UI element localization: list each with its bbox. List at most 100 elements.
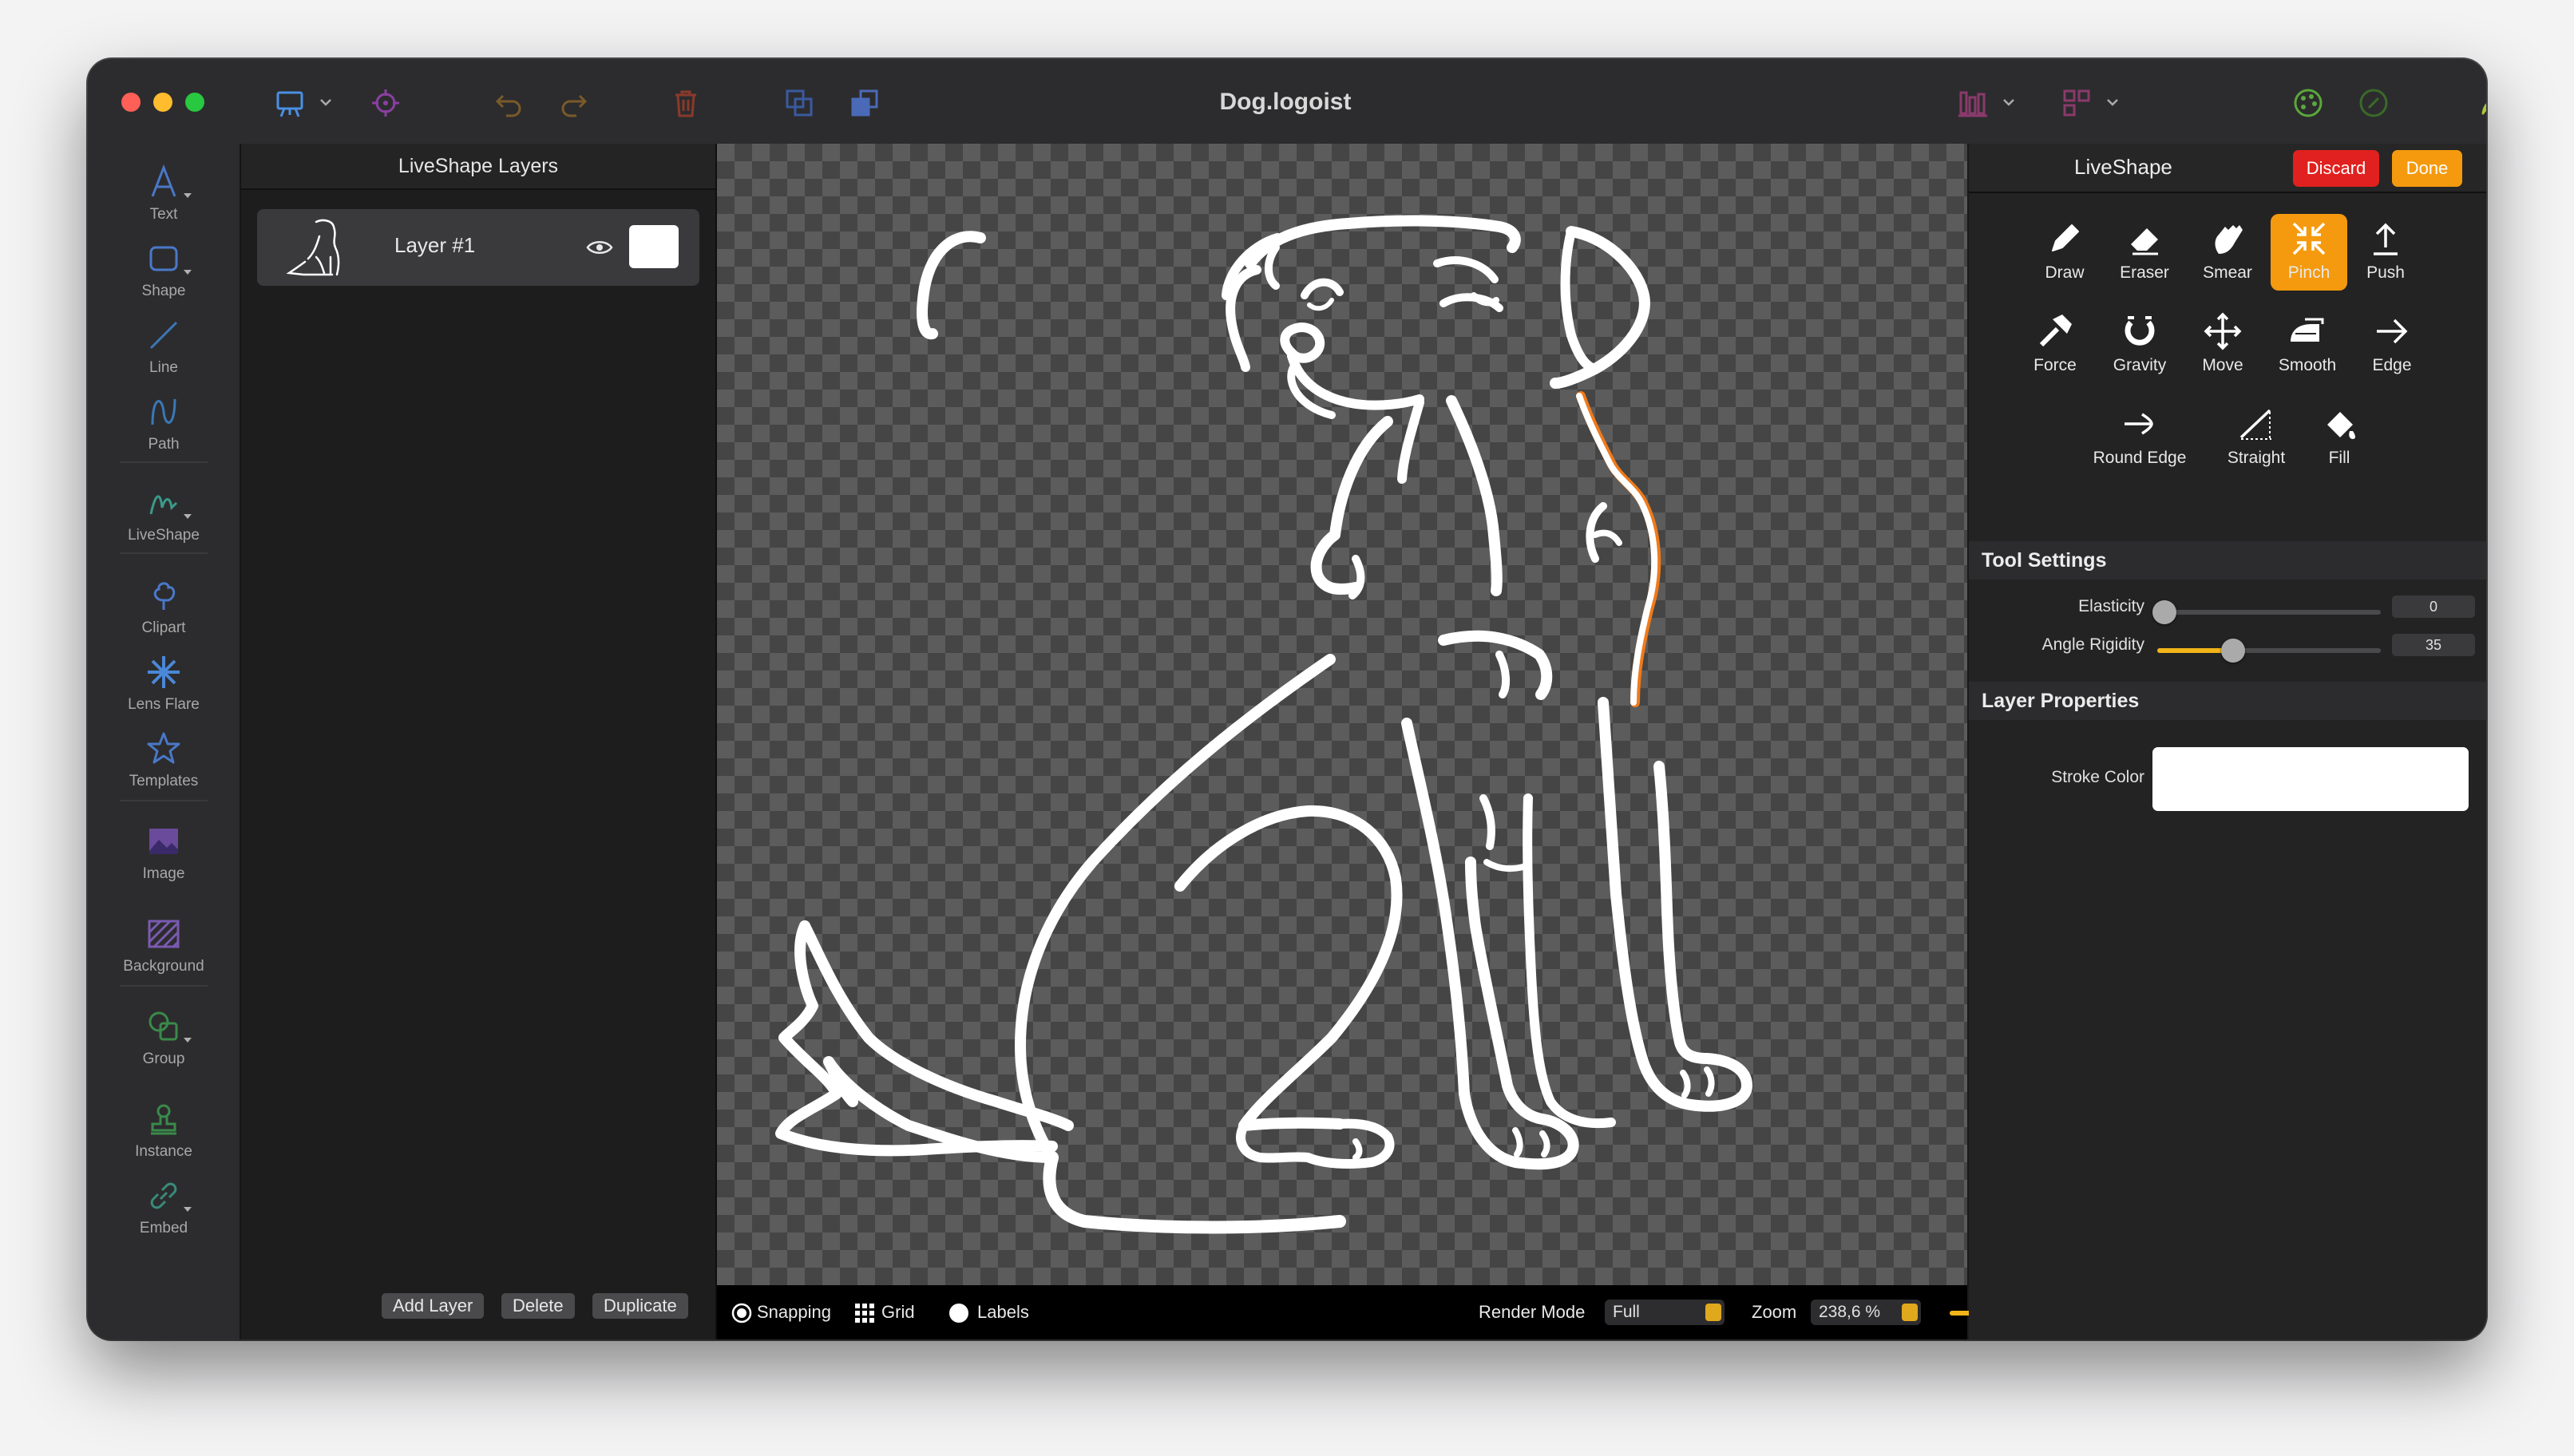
canvas[interactable] [717, 144, 1967, 1285]
tool-liveshape[interactable]: LiveShape [88, 479, 240, 551]
chevron-down-icon[interactable] [2106, 97, 2119, 107]
group-icon [148, 1011, 178, 1041]
liveshape-tool-edge[interactable]: Edge [2354, 307, 2430, 383]
redo-icon[interactable] [554, 83, 594, 123]
zoom-label: Zoom [1752, 1302, 1797, 1322]
pencil-icon [2052, 224, 2079, 251]
clipart-icon [153, 582, 176, 610]
path-icon [151, 398, 176, 425]
done-button[interactable]: Done [2392, 150, 2462, 187]
instance-icon [151, 1104, 176, 1135]
distribute-icon[interactable] [2057, 83, 2097, 123]
tool-instance[interactable]: Instance [88, 1095, 240, 1167]
send-backward-icon[interactable] [845, 83, 885, 123]
tool-label: Round Edge [2093, 449, 2187, 467]
dog-artwork[interactable] [717, 144, 1967, 1285]
stroke-color-well[interactable] [2152, 747, 2469, 811]
tool-image[interactable]: Image [88, 817, 240, 889]
angle-rigidity-value-field[interactable]: 35 [2392, 634, 2475, 656]
share-icon[interactable] [2475, 83, 2486, 123]
palette-icon[interactable] [2288, 83, 2328, 123]
zoom-window-button[interactable] [185, 93, 204, 112]
labels-toggle-icon[interactable] [948, 1303, 969, 1323]
canvas-mode-icon[interactable] [270, 83, 310, 123]
line-icon [149, 321, 178, 350]
elasticity-slider-knob[interactable] [2152, 600, 2176, 624]
layer-properties-header: Layer Properties [1969, 682, 2486, 720]
tool-shape[interactable]: Shape [88, 235, 240, 307]
image-icon [149, 829, 178, 854]
liveshape-tool-force[interactable]: Force [2017, 307, 2093, 383]
chevron-down-icon[interactable] [2002, 97, 2015, 107]
elasticity-slider-track[interactable] [2157, 610, 2381, 615]
liveshape-tool-fill[interactable]: Fill [2301, 399, 2378, 476]
app-window: Dog.logoist Text Shape Line Path LiveSha… [88, 59, 2486, 1339]
snapping-label[interactable]: Snapping [757, 1300, 831, 1325]
push-icon [2374, 223, 2398, 255]
align-icon[interactable] [1953, 83, 1993, 123]
tool-label: Push [2366, 263, 2405, 282]
undo-icon[interactable] [489, 83, 529, 123]
liveshape-icon [149, 495, 178, 515]
liveshape-tool-eraser[interactable]: Eraser [2106, 214, 2183, 291]
discard-button[interactable]: Discard [2293, 150, 2379, 187]
elasticity-value-field[interactable]: 0 [2392, 595, 2475, 618]
zoom-select[interactable]: 238,6 % [1811, 1300, 1921, 1325]
tool-text[interactable]: Text [88, 158, 240, 230]
tool-group[interactable]: Group [88, 1003, 240, 1074]
layer-row[interactable]: Layer #1 [257, 209, 699, 286]
liveshape-tool-round-edge[interactable]: Round Edge [2093, 399, 2186, 476]
duplicate-layer-button[interactable]: Duplicate [592, 1293, 688, 1319]
close-window-button[interactable] [121, 93, 141, 112]
eye-icon[interactable] [586, 238, 613, 257]
straight-icon [2239, 409, 2271, 440]
color-picker-icon[interactable] [2354, 83, 2394, 123]
layers-panel: LiveShape Layers Layer #1 Add Layer Dele… [241, 144, 717, 1339]
tool-templates[interactable]: Templates [88, 725, 240, 797]
tool-embed[interactable]: Embed [88, 1172, 240, 1244]
eraser-icon [2131, 228, 2158, 255]
lens-flare-icon [148, 656, 180, 688]
tool-lens-flare[interactable]: Lens Flare [88, 648, 240, 720]
chevron-down-icon[interactable] [319, 97, 332, 107]
liveshape-tool-push[interactable]: Push [2347, 214, 2424, 291]
render-mode-select[interactable]: Full [1605, 1300, 1725, 1325]
layer-name[interactable]: Layer #1 [394, 233, 475, 258]
tool-label: Group [142, 1050, 185, 1067]
tool-label: Templates [129, 773, 199, 789]
layer-thumbnail [286, 219, 340, 276]
layer-color-swatch[interactable] [629, 225, 679, 268]
liveshape-tool-straight[interactable]: Straight [2218, 399, 2295, 476]
liveshape-tool-gravity[interactable]: Gravity [2101, 307, 2178, 383]
angle-rigidity-slider-knob[interactable] [2221, 639, 2245, 663]
elasticity-label: Elasticity [2078, 597, 2144, 615]
labels-label[interactable]: Labels [977, 1300, 1029, 1325]
trash-icon[interactable] [666, 83, 706, 123]
shape-icon [149, 246, 178, 271]
target-icon[interactable] [366, 83, 406, 123]
tool-background[interactable]: Background [88, 910, 240, 982]
bring-forward-icon[interactable] [779, 83, 819, 123]
tool-settings-header: Tool Settings [1969, 541, 2486, 580]
snapping-radio-icon[interactable] [731, 1303, 752, 1323]
tools-sidebar: Text Shape Line Path LiveShape Clipart L… [88, 144, 241, 1339]
layers-panel-title: LiveShape Layers [241, 144, 715, 190]
add-layer-button[interactable]: Add Layer [382, 1293, 485, 1319]
move-icon [2204, 312, 2242, 350]
minimize-window-button[interactable] [153, 93, 172, 112]
tool-label: Path [148, 436, 180, 453]
iron-icon [2291, 318, 2324, 342]
tool-path[interactable]: Path [88, 388, 240, 460]
delete-layer-button[interactable]: Delete [501, 1293, 575, 1319]
text-icon [151, 164, 176, 197]
grid-icon[interactable] [854, 1303, 875, 1323]
grid-label[interactable]: Grid [881, 1300, 915, 1325]
tool-clipart[interactable]: Clipart [88, 572, 240, 643]
liveshape-tool-move[interactable]: Move [2184, 307, 2261, 383]
render-mode-value: Full [1613, 1303, 1640, 1321]
tool-label: Instance [135, 1143, 192, 1160]
liveshape-tool-smooth[interactable]: Smooth [2269, 307, 2346, 383]
tool-line[interactable]: Line [88, 311, 240, 383]
document-title: Dog.logoist [1219, 89, 1352, 115]
embed-icon [150, 1182, 177, 1209]
